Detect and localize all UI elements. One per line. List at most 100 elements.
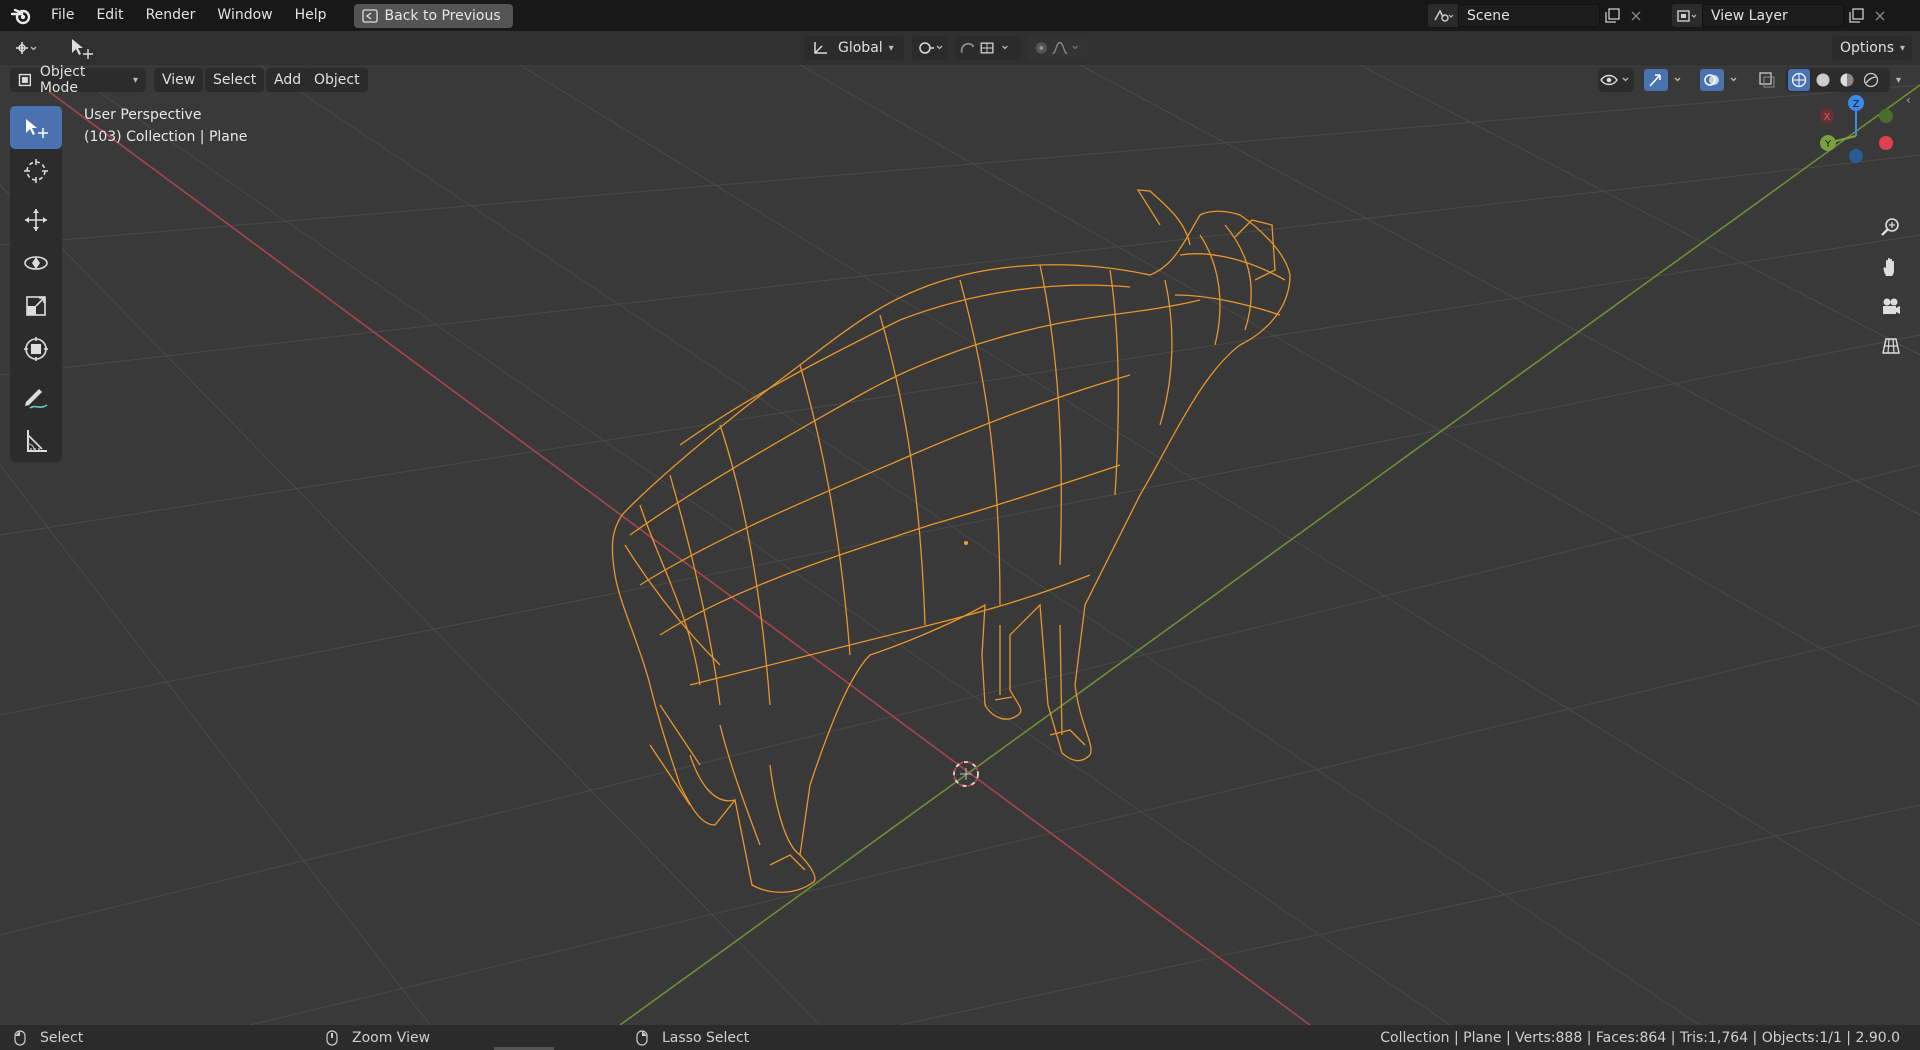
back-icon (361, 8, 378, 23)
shading-options-dropdown[interactable]: ▾ (1890, 68, 1914, 92)
overlays-icon (1700, 69, 1737, 91)
viewlayer-selector: View Layer (1672, 3, 1892, 28)
blender-logo[interactable] (10, 5, 32, 27)
transform-orientation-dropdown[interactable]: Global ▾ (804, 36, 904, 60)
chevron-down-icon: ▾ (1900, 42, 1906, 54)
status-lasso-label: Lasso Select (662, 1029, 750, 1046)
menu-window[interactable]: Window (206, 0, 283, 31)
pivot-point-dropdown[interactable] (912, 36, 948, 60)
proportional-edit-icon (1035, 41, 1078, 55)
tool-rotate[interactable] (10, 241, 62, 284)
menu-add[interactable]: Add (266, 68, 310, 92)
chevron-down-icon: ▾ (888, 42, 894, 54)
3d-cursor[interactable] (953, 761, 979, 787)
copy-icon (1604, 8, 1620, 23)
scene-browse-button[interactable] (1428, 4, 1458, 27)
menu-select[interactable]: Select (205, 68, 265, 92)
tool-annotate[interactable] (10, 376, 62, 419)
eye-icon (1600, 74, 1629, 86)
shading-modes[interactable] (1786, 68, 1890, 92)
scene-copy-button[interactable] (1600, 4, 1624, 27)
view-name-label: User Perspective (84, 107, 202, 123)
mode-value: Object Mode (39, 65, 86, 96)
tool-transform[interactable] (10, 327, 62, 370)
gizmo-toggle[interactable] (1644, 68, 1690, 92)
gizmo-y-label: Y (1824, 139, 1832, 150)
tool-measure[interactable] (10, 419, 62, 462)
close-icon (1631, 11, 1641, 20)
menu-render[interactable]: Render (135, 0, 207, 31)
options-label: Options (1840, 40, 1895, 56)
back-to-previous-button[interactable]: Back to Previous (353, 3, 513, 28)
navigation-gizmo[interactable]: Z Y X (1808, 91, 1900, 171)
chevron-down-icon: ▾ (1896, 74, 1902, 86)
sidebar-toggle-arrow[interactable]: ‹ (1906, 93, 1911, 107)
gizmo-neg-z[interactable] (1849, 149, 1863, 163)
shading-icons (1788, 69, 1879, 91)
camera-icon (1883, 298, 1900, 314)
menu-help[interactable]: Help (284, 0, 338, 31)
x-axis-line (39, 84, 1311, 1025)
close-icon (1875, 11, 1885, 20)
tool-select-box[interactable] (10, 106, 62, 149)
gizmo-x-positive[interactable] (1879, 136, 1893, 150)
cursor-icon (24, 158, 48, 183)
status-middle-mouse: Zoom View (326, 1030, 430, 1046)
pan-button[interactable] (1876, 252, 1906, 282)
viewlayer-close-button[interactable] (1868, 4, 1892, 27)
viewport-scene (0, 65, 1920, 1025)
mode-dropdown[interactable]: Object Mode ▾ (10, 65, 146, 96)
menu-view[interactable]: View (154, 68, 204, 92)
visibility-dropdown[interactable] (1598, 68, 1634, 92)
tool-cursor[interactable] (10, 149, 62, 192)
tool-settings-header: Global ▾ Options ▾ (0, 31, 1920, 65)
overlays-toggle[interactable] (1700, 68, 1746, 92)
editor-type-button[interactable] (6, 36, 50, 60)
menu-object[interactable]: Object (306, 68, 368, 92)
status-right-mouse: Lasso Select (636, 1030, 749, 1046)
top-menubar: File Edit Render Window Help Back to Pre… (0, 0, 1920, 31)
scene-name-field[interactable]: Scene (1458, 4, 1600, 27)
options-dropdown[interactable]: Options ▾ (1832, 36, 1912, 60)
rotate-icon (24, 255, 48, 270)
gizmo-x-label: X (1824, 112, 1831, 123)
3d-viewport[interactable]: Object Mode ▾ View Select Add Object ▾ U… (0, 65, 1920, 1025)
scene-close-button[interactable] (1624, 4, 1648, 27)
scene-selector: Scene (1428, 3, 1648, 28)
menu-edit[interactable]: Edit (85, 0, 134, 31)
mouse-left-icon (14, 1029, 26, 1046)
viewlayer-icon (1677, 9, 1697, 22)
menu-file[interactable]: File (40, 0, 85, 31)
camera-view-button[interactable] (1876, 292, 1906, 322)
magnet-icon (960, 42, 1008, 54)
pivot-icon (919, 42, 943, 54)
viewlayer-name-field[interactable]: View Layer (1702, 4, 1844, 27)
transform-icon (24, 336, 48, 361)
measure-icon (27, 429, 47, 452)
selected-mesh-wireframe[interactable] (611, 189, 1291, 893)
xray-toggle[interactable] (1756, 68, 1780, 92)
chevron-down-icon: ▾ (132, 74, 138, 86)
snapping-controls[interactable] (954, 36, 1022, 60)
viewlayer-copy-button[interactable] (1844, 4, 1868, 27)
tool-scale[interactable] (10, 284, 62, 327)
scale-icon (26, 295, 46, 316)
object-mode-icon (18, 73, 32, 87)
proportional-editing-controls[interactable] (1028, 36, 1088, 60)
tool-shelf (10, 106, 62, 462)
copy-icon (1848, 8, 1864, 23)
active-tool-button[interactable] (60, 36, 102, 60)
select-tool-icon (72, 39, 93, 59)
collection-info-label: (103) Collection | Plane (84, 129, 248, 145)
scene-icon (1434, 8, 1454, 22)
gizmo-neg-y[interactable] (1879, 109, 1893, 123)
ortho-toggle-button[interactable] (1876, 331, 1906, 361)
move-icon (25, 208, 47, 231)
viewlayer-browse-button[interactable] (1672, 4, 1702, 27)
tool-move[interactable] (10, 198, 62, 241)
xray-icon (1759, 72, 1775, 88)
status-bar: Select Zoom View Lasso Select Collection… (0, 1025, 1920, 1050)
pan-hand-icon (1883, 257, 1894, 276)
gizmo-z-label: Z (1853, 99, 1860, 110)
zoom-button[interactable] (1876, 212, 1906, 242)
